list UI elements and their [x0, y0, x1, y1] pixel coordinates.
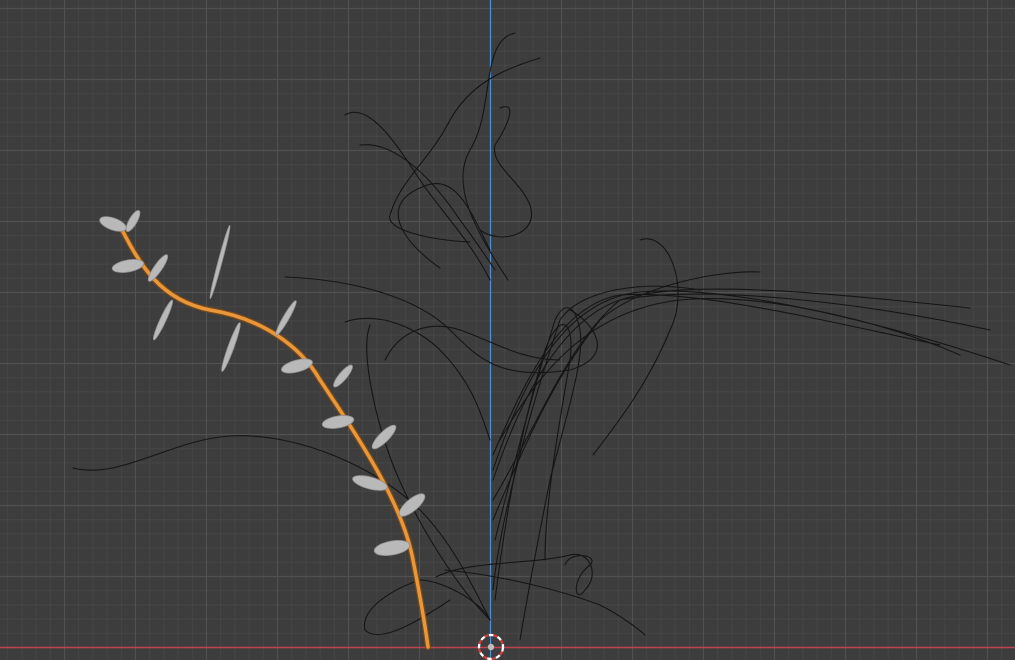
viewport-background	[0, 0, 1015, 660]
viewport-canvas[interactable]	[0, 0, 1015, 660]
3d-viewport[interactable]	[0, 0, 1015, 660]
3d-cursor-center	[487, 643, 495, 651]
